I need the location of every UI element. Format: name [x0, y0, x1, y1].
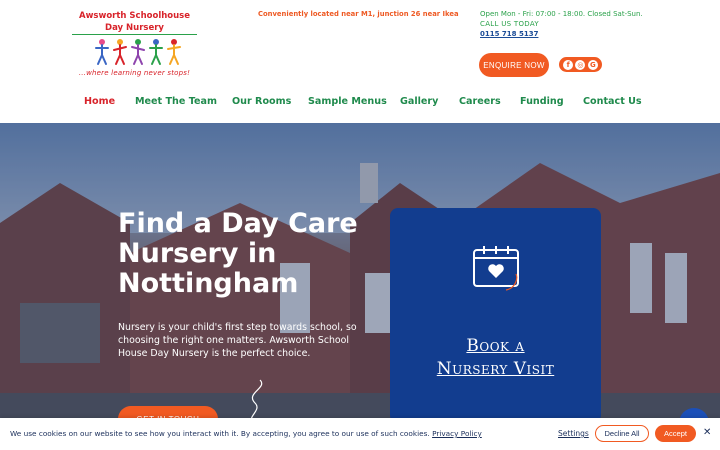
- squiggle-decoration: [250, 379, 263, 423]
- logo[interactable]: Awsworth Schoolhouse Day Nursery ...wher…: [72, 10, 197, 77]
- cookie-message-text: We use cookies on our website to see how…: [10, 429, 430, 438]
- children-illustration: [95, 39, 181, 65]
- google-icon[interactable]: G: [587, 59, 598, 70]
- hero-section: Find a Day Care Nursery in Nottingham Nu…: [0, 123, 720, 450]
- enquire-now-button[interactable]: ENQUIRE NOW: [479, 53, 549, 77]
- nav-our-rooms[interactable]: Our Rooms: [232, 96, 291, 107]
- cookie-settings-link[interactable]: Settings: [558, 429, 589, 438]
- instagram-icon[interactable]: ◎: [575, 59, 586, 70]
- close-icon[interactable]: ✕: [703, 427, 711, 438]
- facebook-icon[interactable]: f: [563, 59, 574, 70]
- book-visit-link[interactable]: Book a Nursery Visit: [390, 335, 601, 381]
- nav-careers[interactable]: Careers: [459, 96, 501, 107]
- nav-home[interactable]: Home: [84, 96, 115, 107]
- hero-description: Nursery is your child's first step towar…: [118, 322, 357, 359]
- nav-meet-the-team[interactable]: Meet The Team: [135, 96, 217, 107]
- cookie-message: We use cookies on our website to see how…: [10, 429, 482, 438]
- logo-tagline: ...where learning never stops!: [78, 69, 191, 77]
- opening-hours: Open Mon - Fri: 07:00 - 18:00. Closed Sa…: [480, 10, 643, 18]
- nav-contact-us[interactable]: Contact Us: [583, 96, 642, 107]
- cookie-banner: We use cookies on our website to see how…: [0, 418, 720, 450]
- calendar-heart-icon: [473, 246, 519, 291]
- visit-line-2: Nursery Visit: [436, 359, 555, 379]
- site-header: Awsworth Schoolhouse Day Nursery ...wher…: [0, 0, 720, 123]
- nav-sample-menus[interactable]: Sample Menus: [308, 96, 387, 107]
- nav-funding[interactable]: Funding: [520, 96, 564, 107]
- social-links: f ◎ G: [559, 57, 602, 72]
- contact-info: Open Mon - Fri: 07:00 - 18:00. Closed Sa…: [480, 9, 643, 39]
- logo-title: Awsworth Schoolhouse Day Nursery: [72, 10, 197, 35]
- decline-all-button[interactable]: Decline All: [595, 425, 649, 442]
- nav-gallery[interactable]: Gallery: [400, 96, 438, 107]
- visit-line-1: Book a: [466, 336, 525, 356]
- location-text: Conveniently located near M1, junction 2…: [258, 10, 459, 18]
- phone-link[interactable]: 0115 718 5137: [480, 29, 643, 39]
- call-label: CALL US TODAY: [480, 20, 539, 28]
- main-nav: Home Meet The Team Our Rooms Sample Menu…: [0, 96, 720, 112]
- book-visit-card[interactable]: Book a Nursery Visit: [390, 208, 601, 423]
- accept-button[interactable]: Accept: [655, 425, 696, 442]
- hero-title: Find a Day Care Nursery in Nottingham: [118, 208, 358, 299]
- privacy-policy-link[interactable]: Privacy Policy: [432, 429, 482, 438]
